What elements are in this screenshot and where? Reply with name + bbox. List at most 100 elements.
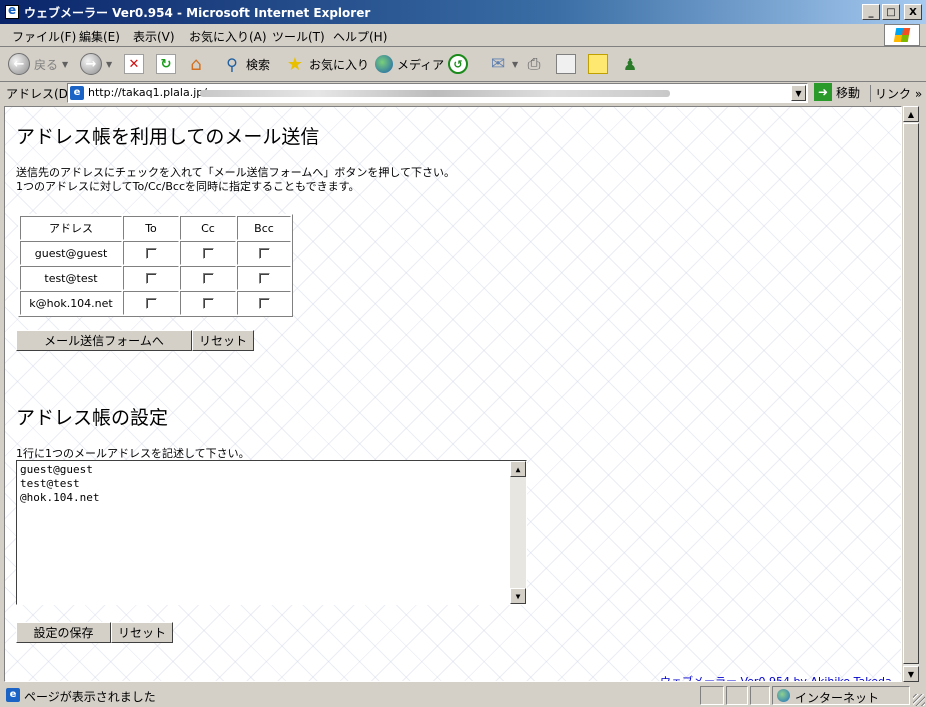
address-bar: アドレス(D) e http://takaq1.plala.jp/ ▼ ➜ 移動…: [0, 82, 926, 104]
go-button[interactable]: ➜ 移動: [814, 83, 860, 101]
home-button[interactable]: ⌂: [186, 52, 206, 76]
menu-help[interactable]: ヘルプ(H): [333, 28, 387, 45]
address-redaction: [200, 90, 670, 97]
scroll-down-icon[interactable]: ▼: [903, 666, 919, 682]
windows-logo-icon: [884, 24, 920, 46]
address-cell: test@test: [20, 266, 122, 290]
edit-page-icon: [556, 54, 576, 74]
cc-checkbox[interactable]: [202, 298, 214, 309]
address-cell: k@hok.104.net: [20, 291, 122, 315]
minimize-button[interactable]: _: [862, 4, 880, 20]
col-header-to: To: [123, 216, 179, 240]
textarea-line: @hok.104.net: [20, 491, 100, 504]
security-zone: インターネット: [772, 686, 910, 705]
textarea-line: test@test: [20, 477, 80, 490]
favorites-button[interactable]: ★ お気に入り: [285, 52, 369, 76]
footer-credit-link[interactable]: ウェブメーラー Ver0.954 by Akihiko Takeda: [660, 673, 892, 681]
zone-text: インターネット: [795, 691, 880, 705]
links-label: リンク: [875, 87, 912, 101]
status-bar: e ページが表示されました インターネット: [0, 684, 926, 707]
table-row: k@hok.104.net: [20, 291, 291, 315]
menu-edit[interactable]: 編集(E): [79, 28, 120, 45]
links-button[interactable]: リンク »: [870, 85, 922, 102]
mail-icon: ✉: [490, 54, 506, 74]
settings-reset-button[interactable]: リセット: [111, 622, 173, 643]
messenger-button[interactable]: ♟: [620, 52, 640, 76]
history-button[interactable]: ↺: [448, 52, 468, 76]
address-cell: guest@guest: [20, 241, 122, 265]
media-button[interactable]: メディア: [375, 52, 444, 76]
col-header-bcc: Bcc: [237, 216, 291, 240]
menu-favorites[interactable]: お気に入り(A): [189, 28, 267, 45]
window-controls: _ □ X: [862, 4, 922, 20]
media-label: メディア: [397, 57, 445, 72]
chevron-right-icon: »: [914, 87, 923, 101]
history-icon: ↺: [448, 54, 468, 74]
ie-icon: [5, 3, 19, 19]
address-dropdown-icon[interactable]: ▼: [791, 85, 806, 101]
scroll-down-icon[interactable]: ▼: [510, 588, 526, 604]
stop-button[interactable]: ✕: [124, 52, 144, 76]
status-pane: [726, 686, 748, 705]
note-icon: [588, 54, 608, 74]
resize-grip-icon[interactable]: [913, 694, 925, 706]
edit-button[interactable]: [556, 52, 576, 76]
textarea-line: guest@guest: [20, 463, 93, 476]
forward-button[interactable]: → ▼: [80, 52, 112, 76]
mail-dropdown-icon[interactable]: ▼: [512, 60, 518, 69]
settings-instructions: 1行に1つのメールアドレスを記述して下さい。: [16, 447, 250, 460]
address-book-textarea[interactable]: guest@guest test@test @hok.104.net ▲ ▼: [16, 460, 527, 605]
table-row: guest@guest: [20, 241, 291, 265]
to-checkbox[interactable]: [145, 248, 157, 259]
forward-arrow-icon: →: [80, 53, 102, 75]
print-button[interactable]: ⎙: [524, 52, 544, 76]
to-checkbox[interactable]: [145, 273, 157, 284]
maximize-button[interactable]: □: [882, 4, 900, 20]
print-icon: ⎙: [527, 54, 541, 73]
internet-globe-icon: [777, 689, 790, 702]
scroll-up-icon[interactable]: ▲: [510, 461, 526, 477]
back-dropdown-icon[interactable]: ▼: [62, 60, 68, 69]
bcc-checkbox[interactable]: [258, 248, 270, 259]
status-pane: [750, 686, 770, 705]
bcc-checkbox[interactable]: [258, 273, 270, 284]
mail-button[interactable]: ✉ ▼: [488, 52, 518, 76]
menu-view[interactable]: 表示(V): [133, 28, 175, 45]
stop-icon: ✕: [124, 54, 144, 74]
menu-file[interactable]: ファイル(F): [12, 28, 76, 45]
col-header-address: アドレス: [20, 216, 122, 240]
send-reset-button[interactable]: リセット: [192, 330, 254, 351]
status-pane: [700, 686, 724, 705]
section-title-send: アドレス帳を利用してのメール送信: [16, 126, 320, 148]
mail-form-button[interactable]: メール送信フォームへ: [16, 330, 192, 351]
back-button[interactable]: ← 戻る ▼: [8, 52, 68, 76]
to-checkbox[interactable]: [145, 298, 157, 309]
notes-button[interactable]: [588, 52, 608, 76]
send-instructions-2: 1つのアドレスに対してTo/Cc/Bccを同時に指定することもできます。: [16, 180, 360, 193]
back-arrow-icon: ←: [8, 53, 30, 75]
go-arrow-icon: ➜: [814, 83, 832, 101]
close-button[interactable]: X: [904, 4, 922, 20]
forward-dropdown-icon[interactable]: ▼: [106, 60, 112, 69]
col-header-cc: Cc: [180, 216, 236, 240]
refresh-icon: ↻: [156, 54, 176, 74]
save-settings-button[interactable]: 設定の保存: [16, 622, 111, 643]
menu-tools[interactable]: ツール(T): [272, 28, 325, 45]
search-button[interactable]: ⚲ 検索: [222, 52, 270, 76]
address-input[interactable]: e http://takaq1.plala.jp/ ▼: [67, 83, 808, 103]
scroll-thumb[interactable]: [903, 123, 919, 664]
star-icon: ★: [286, 53, 304, 75]
title-bar[interactable]: ウェブメーラー Ver0.954 - Microsoft Internet Ex…: [0, 0, 926, 24]
cc-checkbox[interactable]: [202, 248, 214, 259]
page-scrollbar[interactable]: ▲ ▼: [902, 106, 919, 682]
page-content: アドレス帳を利用してのメール送信 送信先のアドレスにチェックを入れて「メール送信…: [4, 106, 902, 682]
back-label: 戻る: [34, 57, 59, 72]
scroll-up-icon[interactable]: ▲: [903, 106, 919, 122]
go-label: 移動: [836, 85, 861, 100]
refresh-button[interactable]: ↻: [156, 52, 176, 76]
bcc-checkbox[interactable]: [258, 298, 270, 309]
cc-checkbox[interactable]: [202, 273, 214, 284]
textarea-scrollbar[interactable]: ▲ ▼: [510, 461, 526, 604]
page-icon: e: [70, 86, 84, 100]
favorites-label: お気に入り: [309, 57, 370, 72]
